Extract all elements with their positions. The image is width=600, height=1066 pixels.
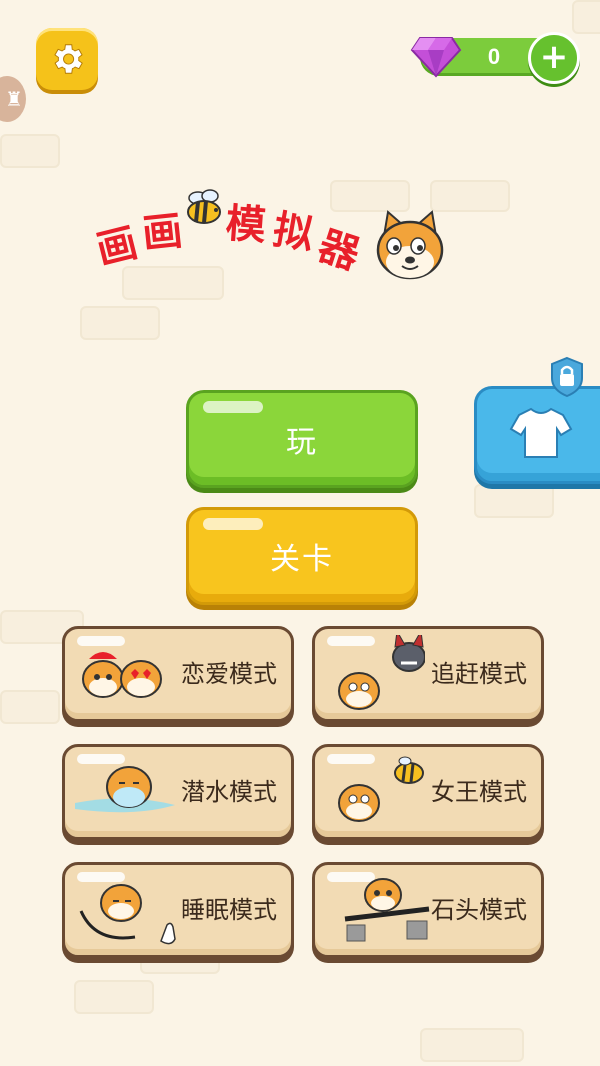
stone-dog-icon: [344, 878, 430, 942]
lock-icon: [551, 356, 583, 398]
game-title: 画 画 模 拟 器: [90, 180, 390, 279]
mode-label: 石头模式: [431, 896, 527, 924]
queen-bee-icon: [338, 756, 424, 822]
background-brick: [430, 180, 510, 212]
plus-icon: +: [539, 37, 569, 77]
mode-label: 女王模式: [431, 778, 527, 806]
add-gems-button[interactable]: +: [528, 32, 580, 84]
background-brick: [0, 134, 60, 168]
background-brick: [122, 266, 224, 300]
mode-label: 追赶模式: [431, 660, 527, 688]
background-brick: [474, 484, 554, 518]
background-brick: [572, 0, 600, 34]
mode-label: 潜水模式: [181, 778, 277, 806]
gem-count: 0: [487, 44, 501, 69]
mode-queen[interactable]: 女王模式: [312, 744, 544, 840]
title-char: 画: [140, 207, 185, 258]
mode-label: 恋爱模式: [181, 660, 277, 688]
title-char: 画: [91, 218, 142, 275]
gem-icon: [410, 37, 462, 78]
levels-label: 关卡: [270, 542, 334, 577]
settings-button[interactable]: [36, 28, 98, 90]
mode-dive[interactable]: 潜水模式: [62, 744, 294, 840]
mode-chase[interactable]: 追赶模式: [312, 626, 544, 722]
background-brick: [420, 1028, 524, 1062]
mode-sleep[interactable]: 睡眠模式: [62, 862, 294, 958]
gem-counter: 0 +: [410, 32, 580, 84]
gear-icon: [54, 44, 83, 74]
button-shine: [203, 401, 263, 413]
play-button[interactable]: 玩: [186, 390, 418, 488]
mode-stone[interactable]: 石头模式: [312, 862, 544, 958]
mode-label: 睡眠模式: [181, 896, 277, 924]
love-dogs-icon: [82, 652, 162, 698]
doge-head-icon: [376, 210, 444, 280]
avatar[interactable]: ♜: [0, 76, 26, 122]
levels-button[interactable]: 关卡: [186, 507, 418, 605]
mode-love[interactable]: 恋爱模式: [62, 626, 294, 722]
bee-icon: [187, 189, 221, 224]
background-brick: [0, 690, 60, 724]
sleep-dog-icon: [79, 884, 176, 945]
skins-button[interactable]: [474, 386, 600, 484]
avatar-glyph: ♜: [5, 87, 23, 111]
title-char: 器: [312, 221, 366, 279]
background-brick: [74, 980, 154, 1014]
dive-dog-icon: [75, 766, 175, 813]
button-shine: [203, 518, 263, 530]
title-char: 模: [224, 199, 268, 250]
background-brick: [80, 306, 160, 340]
play-label: 玩: [286, 425, 318, 460]
title-char: 拟: [269, 205, 318, 260]
chase-dogs-icon: [338, 635, 425, 710]
shirt-icon: [509, 407, 573, 458]
